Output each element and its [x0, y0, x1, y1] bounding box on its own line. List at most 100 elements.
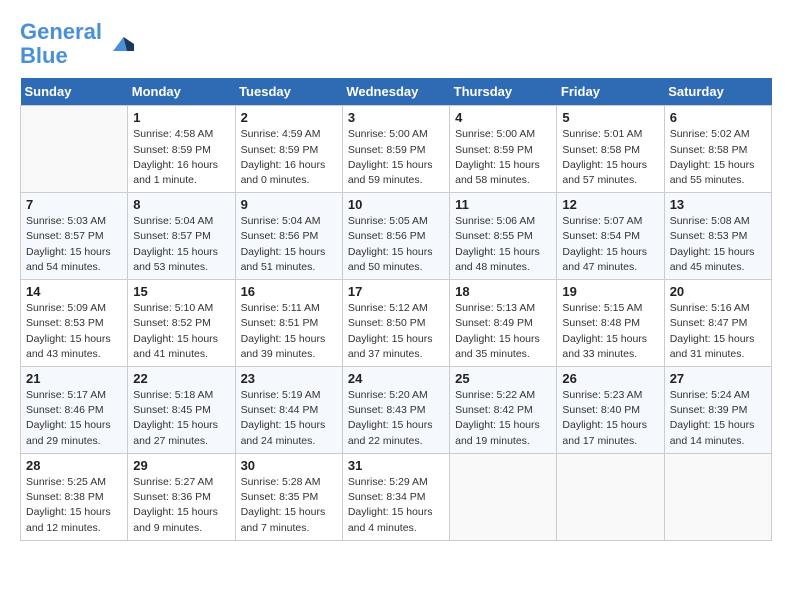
day-info: Sunrise: 5:19 AMSunset: 8:44 PMDaylight:…: [241, 388, 337, 449]
day-info: Sunrise: 5:28 AMSunset: 8:35 PMDaylight:…: [241, 475, 337, 536]
day-number: 28: [26, 458, 122, 473]
weekday-friday: Friday: [557, 78, 664, 106]
logo-general: General: [20, 19, 102, 44]
weekday-tuesday: Tuesday: [235, 78, 342, 106]
week-row-1: 1 Sunrise: 4:58 AMSunset: 8:59 PMDaylight…: [21, 106, 772, 193]
day-info: Sunrise: 5:20 AMSunset: 8:43 PMDaylight:…: [348, 388, 444, 449]
day-number: 16: [241, 284, 337, 299]
day-info: Sunrise: 5:04 AMSunset: 8:56 PMDaylight:…: [241, 214, 337, 275]
day-info: Sunrise: 5:17 AMSunset: 8:46 PMDaylight:…: [26, 388, 122, 449]
day-info: Sunrise: 5:00 AMSunset: 8:59 PMDaylight:…: [455, 127, 551, 188]
day-cell: 28 Sunrise: 5:25 AMSunset: 8:38 PMDayligh…: [21, 453, 128, 540]
day-cell: 30Sunrise: 5:28 AMSunset: 8:35 PMDayligh…: [235, 453, 342, 540]
day-cell: [557, 453, 664, 540]
day-info: Sunrise: 5:05 AMSunset: 8:56 PMDaylight:…: [348, 214, 444, 275]
day-cell: 8 Sunrise: 5:04 AMSunset: 8:57 PMDaylight…: [128, 193, 235, 280]
week-row-2: 7Sunrise: 5:03 AMSunset: 8:57 PMDaylight…: [21, 193, 772, 280]
day-number: 14: [26, 284, 122, 299]
day-cell: 9 Sunrise: 5:04 AMSunset: 8:56 PMDaylight…: [235, 193, 342, 280]
day-info: Sunrise: 4:58 AMSunset: 8:59 PMDaylight:…: [133, 127, 229, 188]
day-number: 17: [348, 284, 444, 299]
day-cell: 6 Sunrise: 5:02 AMSunset: 8:58 PMDaylight…: [664, 106, 771, 193]
day-cell: 24 Sunrise: 5:20 AMSunset: 8:43 PMDayligh…: [342, 367, 449, 454]
week-row-3: 14 Sunrise: 5:09 AMSunset: 8:53 PMDayligh…: [21, 280, 772, 367]
day-info: Sunrise: 5:11 AMSunset: 8:51 PMDaylight:…: [241, 301, 337, 362]
day-cell: 5 Sunrise: 5:01 AMSunset: 8:58 PMDaylight…: [557, 106, 664, 193]
page-header: General Blue: [20, 20, 772, 68]
day-info: Sunrise: 5:03 AMSunset: 8:57 PMDaylight:…: [26, 214, 122, 275]
calendar-table: SundayMondayTuesdayWednesdayThursdayFrid…: [20, 78, 772, 540]
day-cell: 21 Sunrise: 5:17 AMSunset: 8:46 PMDayligh…: [21, 367, 128, 454]
day-info: Sunrise: 5:29 AMSunset: 8:34 PMDaylight:…: [348, 475, 444, 536]
day-info: Sunrise: 5:02 AMSunset: 8:58 PMDaylight:…: [670, 127, 766, 188]
day-info: Sunrise: 5:13 AMSunset: 8:49 PMDaylight:…: [455, 301, 551, 362]
day-cell: 15Sunrise: 5:10 AMSunset: 8:52 PMDayligh…: [128, 280, 235, 367]
day-cell: 19Sunrise: 5:15 AMSunset: 8:48 PMDayligh…: [557, 280, 664, 367]
day-info: Sunrise: 5:24 AMSunset: 8:39 PMDaylight:…: [670, 388, 766, 449]
day-number: 29: [133, 458, 229, 473]
day-number: 8: [133, 197, 229, 212]
day-number: 12: [562, 197, 658, 212]
day-cell: 11Sunrise: 5:06 AMSunset: 8:55 PMDayligh…: [450, 193, 557, 280]
day-info: Sunrise: 5:18 AMSunset: 8:45 PMDaylight:…: [133, 388, 229, 449]
day-cell: 14 Sunrise: 5:09 AMSunset: 8:53 PMDayligh…: [21, 280, 128, 367]
day-cell: 23 Sunrise: 5:19 AMSunset: 8:44 PMDayligh…: [235, 367, 342, 454]
day-cell: 17 Sunrise: 5:12 AMSunset: 8:50 PMDayligh…: [342, 280, 449, 367]
day-number: 22: [133, 371, 229, 386]
day-info: Sunrise: 5:25 AMSunset: 8:38 PMDaylight:…: [26, 475, 122, 536]
day-cell: [450, 453, 557, 540]
day-number: 24: [348, 371, 444, 386]
weekday-thursday: Thursday: [450, 78, 557, 106]
day-cell: 4 Sunrise: 5:00 AMSunset: 8:59 PMDaylight…: [450, 106, 557, 193]
day-cell: 26 Sunrise: 5:23 AMSunset: 8:40 PMDayligh…: [557, 367, 664, 454]
day-cell: 20 Sunrise: 5:16 AMSunset: 8:47 PMDayligh…: [664, 280, 771, 367]
day-number: 20: [670, 284, 766, 299]
day-number: 6: [670, 110, 766, 125]
day-number: 25: [455, 371, 551, 386]
day-info: Sunrise: 5:23 AMSunset: 8:40 PMDaylight:…: [562, 388, 658, 449]
day-cell: 18Sunrise: 5:13 AMSunset: 8:49 PMDayligh…: [450, 280, 557, 367]
day-cell: 16 Sunrise: 5:11 AMSunset: 8:51 PMDayligh…: [235, 280, 342, 367]
day-cell: [664, 453, 771, 540]
day-number: 23: [241, 371, 337, 386]
day-number: 27: [670, 371, 766, 386]
day-info: Sunrise: 5:27 AMSunset: 8:36 PMDaylight:…: [133, 475, 229, 536]
day-number: 2: [241, 110, 337, 125]
day-info: Sunrise: 5:15 AMSunset: 8:48 PMDaylight:…: [562, 301, 658, 362]
day-number: 5: [562, 110, 658, 125]
day-number: 1: [133, 110, 229, 125]
day-number: 10: [348, 197, 444, 212]
day-cell: 22 Sunrise: 5:18 AMSunset: 8:45 PMDayligh…: [128, 367, 235, 454]
day-info: Sunrise: 5:16 AMSunset: 8:47 PMDaylight:…: [670, 301, 766, 362]
day-info: Sunrise: 5:04 AMSunset: 8:57 PMDaylight:…: [133, 214, 229, 275]
day-info: Sunrise: 4:59 AMSunset: 8:59 PMDaylight:…: [241, 127, 337, 188]
day-cell: 13Sunrise: 5:08 AMSunset: 8:53 PMDayligh…: [664, 193, 771, 280]
day-info: Sunrise: 5:10 AMSunset: 8:52 PMDaylight:…: [133, 301, 229, 362]
logo: General Blue: [20, 20, 134, 68]
weekday-wednesday: Wednesday: [342, 78, 449, 106]
day-number: 26: [562, 371, 658, 386]
day-cell: 12Sunrise: 5:07 AMSunset: 8:54 PMDayligh…: [557, 193, 664, 280]
day-number: 9: [241, 197, 337, 212]
day-info: Sunrise: 5:06 AMSunset: 8:55 PMDaylight:…: [455, 214, 551, 275]
day-cell: [21, 106, 128, 193]
logo-icon: [106, 30, 134, 58]
day-cell: 7Sunrise: 5:03 AMSunset: 8:57 PMDaylight…: [21, 193, 128, 280]
day-info: Sunrise: 5:09 AMSunset: 8:53 PMDaylight:…: [26, 301, 122, 362]
week-row-4: 21 Sunrise: 5:17 AMSunset: 8:46 PMDayligh…: [21, 367, 772, 454]
day-info: Sunrise: 5:22 AMSunset: 8:42 PMDaylight:…: [455, 388, 551, 449]
day-cell: 29 Sunrise: 5:27 AMSunset: 8:36 PMDayligh…: [128, 453, 235, 540]
day-number: 4: [455, 110, 551, 125]
day-cell: 27 Sunrise: 5:24 AMSunset: 8:39 PMDayligh…: [664, 367, 771, 454]
day-info: Sunrise: 5:12 AMSunset: 8:50 PMDaylight:…: [348, 301, 444, 362]
day-info: Sunrise: 5:01 AMSunset: 8:58 PMDaylight:…: [562, 127, 658, 188]
day-cell: 31 Sunrise: 5:29 AMSunset: 8:34 PMDayligh…: [342, 453, 449, 540]
logo-blue: Blue: [20, 43, 68, 68]
day-number: 31: [348, 458, 444, 473]
day-cell: 10 Sunrise: 5:05 AMSunset: 8:56 PMDayligh…: [342, 193, 449, 280]
day-number: 21: [26, 371, 122, 386]
day-info: Sunrise: 5:00 AMSunset: 8:59 PMDaylight:…: [348, 127, 444, 188]
day-info: Sunrise: 5:08 AMSunset: 8:53 PMDaylight:…: [670, 214, 766, 275]
weekday-sunday: Sunday: [21, 78, 128, 106]
week-row-5: 28 Sunrise: 5:25 AMSunset: 8:38 PMDayligh…: [21, 453, 772, 540]
